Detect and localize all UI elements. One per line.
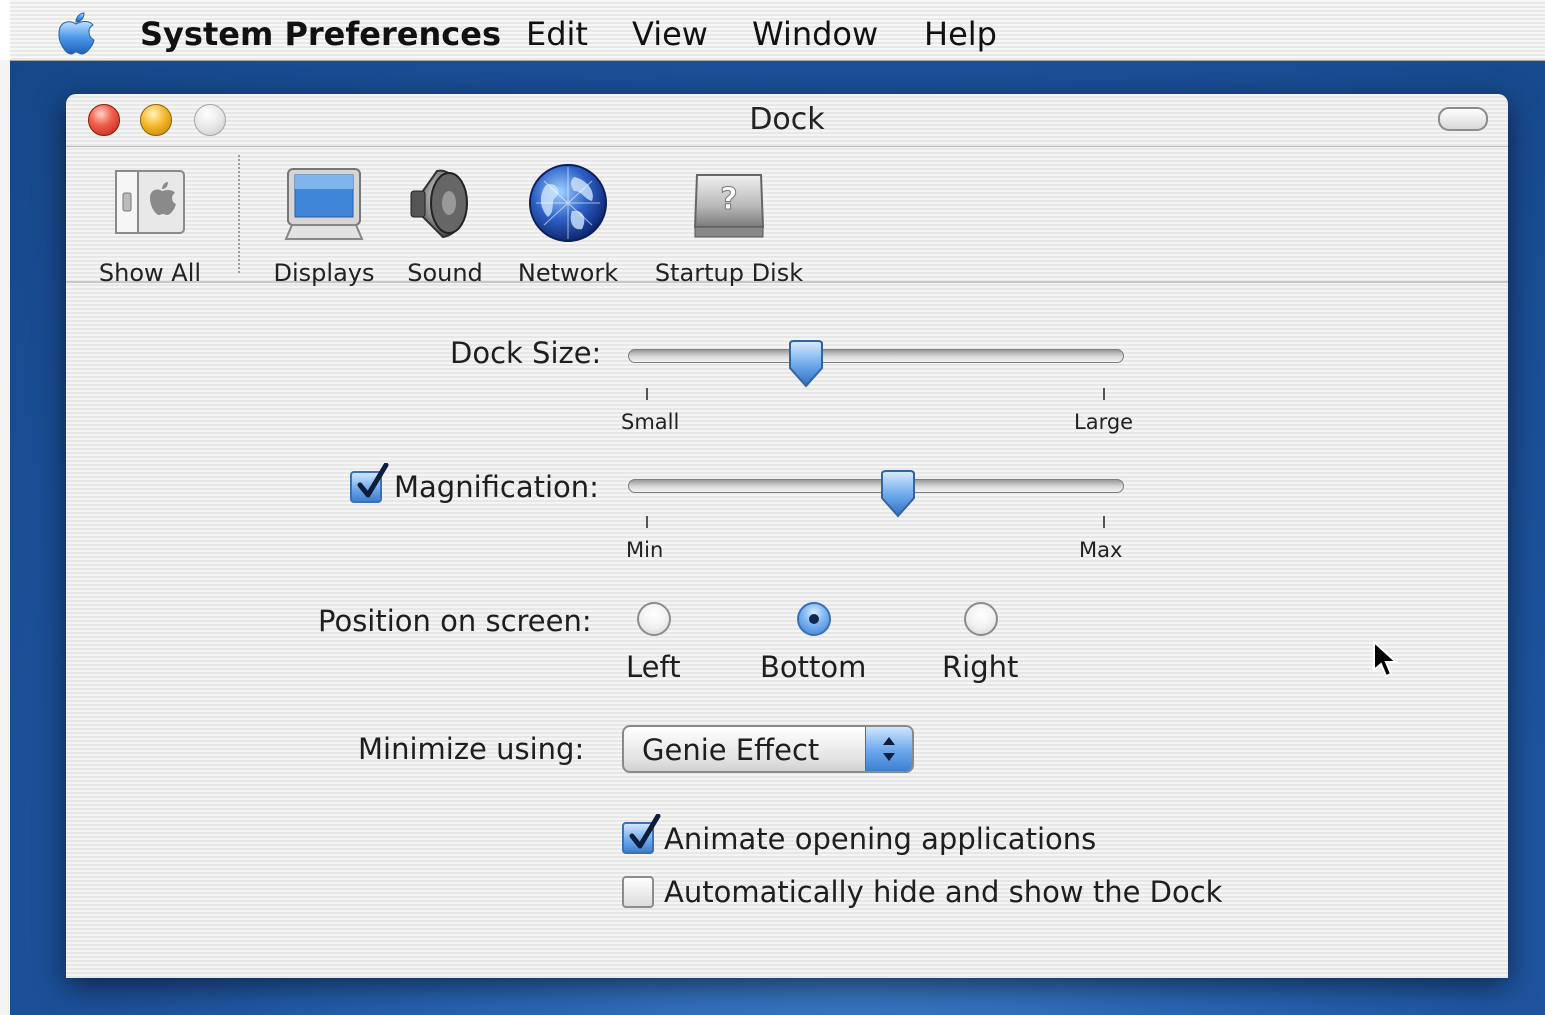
magnification-checkbox[interactable] [350,463,389,503]
minimize-effect-popup[interactable]: Genie Effect [622,725,914,773]
dock-size-label: Dock Size: [450,336,602,370]
toolbar-label: Displays [273,259,375,287]
autohide-label: Automatically hide and show the Dock [664,875,1223,909]
displays-icon [284,168,364,240]
animate-label: Animate opening applications [664,822,1097,856]
toolbar-label: Network [517,259,619,287]
animate-checkbox[interactable] [622,814,661,854]
magnification-tick-max [1103,516,1105,528]
menu-app-name[interactable]: System Preferences [140,14,501,54]
apple-menu-icon[interactable] [54,10,98,56]
minimize-label: Minimize using: [358,732,585,766]
checkmark-icon [629,814,661,849]
toolbar-show-all[interactable]: Show All [94,161,206,287]
position-right-radio[interactable] [964,602,998,636]
svg-text:?: ? [720,182,737,217]
magnification-label: Magnification: [394,470,599,504]
toolbar-label: Show All [98,259,202,287]
toolbar-sound[interactable]: Sound [400,161,490,287]
dock-preferences-window: Dock Show All Displays Sound Network ? S… [66,94,1508,978]
menu-bar: System Preferences Edit View Window Help [10,0,1545,61]
position-label: Position on screen: [318,604,592,638]
dock-size-min-label: Small [621,410,680,434]
up-down-arrows-icon [883,737,895,761]
magnification-min-label: Min [626,538,664,562]
menu-window[interactable]: Window [752,14,878,54]
window-title: Dock [749,102,825,137]
sound-icon [410,169,468,239]
popup-arrows[interactable] [865,727,912,771]
menu-help[interactable]: Help [924,14,997,54]
dock-size-tick-max [1103,388,1105,400]
magnification-tick-min [646,516,648,528]
startup-disk-icon: ? [693,174,765,238]
menu-edit[interactable]: Edit [526,14,588,54]
toolbar: Show All Displays Sound Network ? Startu… [66,147,1508,287]
dock-size-thumb[interactable] [786,340,826,390]
menu-view[interactable]: View [632,14,708,54]
toolbar-label: Sound [407,259,483,287]
magnification-max-label: Max [1079,538,1123,562]
position-bottom-label: Bottom [760,650,867,684]
toolbar-displays[interactable]: Displays [266,161,382,287]
position-left-label: Left [626,650,681,684]
toolbar-startup-disk[interactable]: ? Startup Disk [646,161,812,287]
toolbar-toggle-button[interactable] [1438,107,1488,131]
mouse-cursor-icon [1373,640,1399,678]
toolbar-separator [238,155,240,273]
magnification-track[interactable] [628,479,1124,493]
position-right-label: Right [942,650,1019,684]
checkmark-icon [357,463,389,498]
title-bar[interactable]: Dock [66,94,1508,147]
position-bottom-radio[interactable] [797,602,831,636]
dock-size-tick-min [646,388,648,400]
minimize-effect-value: Genie Effect [642,733,820,767]
magnification-thumb[interactable] [878,470,918,520]
show-all-icon [115,170,185,234]
network-icon [529,164,607,242]
desktop-edge [0,60,10,1015]
dock-size-max-label: Large [1074,410,1134,434]
dock-size-track[interactable] [628,349,1124,363]
toolbar-network[interactable]: Network [510,161,626,287]
position-left-radio[interactable] [637,602,671,636]
autohide-checkbox[interactable] [622,876,654,908]
toolbar-label: Startup Disk [654,259,804,287]
